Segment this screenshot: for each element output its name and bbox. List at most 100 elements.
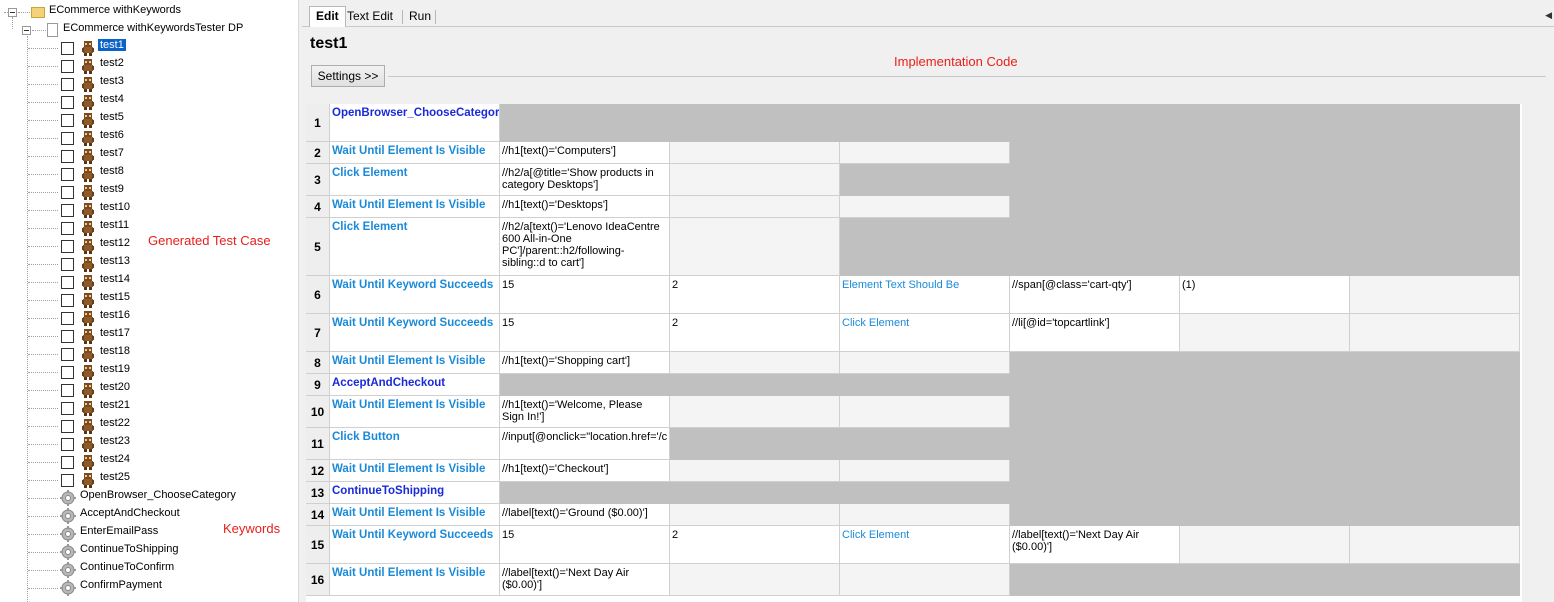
keyword-item-label[interactable]: OpenBrowser_ChooseCategory — [80, 489, 236, 501]
test-item-label[interactable]: test2 — [100, 57, 124, 69]
argument-cell[interactable] — [1010, 564, 1180, 596]
argument-cell[interactable]: //input[@onclick="location.href='/c — [500, 428, 670, 460]
settings-button[interactable]: Settings >> — [311, 65, 385, 87]
argument-cell[interactable] — [1010, 504, 1180, 526]
row-number[interactable]: 14 — [306, 504, 330, 526]
test-item-label[interactable]: test3 — [100, 75, 124, 87]
row-number[interactable]: 5 — [306, 218, 330, 276]
test-item-label[interactable]: test24 — [100, 453, 130, 465]
argument-cell[interactable] — [840, 396, 1010, 428]
argument-cell[interactable] — [670, 164, 840, 196]
test-checkbox[interactable] — [61, 150, 74, 163]
argument-cell[interactable] — [670, 352, 840, 374]
argument-cell[interactable] — [1180, 142, 1350, 164]
test-item-label[interactable]: test14 — [100, 273, 130, 285]
argument-cell[interactable]: 15 — [500, 314, 670, 352]
keyword-cell[interactable]: Click Element — [330, 218, 500, 276]
argument-cell[interactable] — [1350, 504, 1520, 526]
test-checkbox[interactable] — [61, 474, 74, 487]
tab-text-edit[interactable]: Text Edit — [341, 7, 399, 26]
test-item-label[interactable]: test19 — [100, 363, 130, 375]
suite-label[interactable]: ECommerce withKeywordsTester DP — [63, 22, 243, 34]
keyword-cell[interactable]: Wait Until Element Is Visible — [330, 142, 500, 164]
keyword-item-label[interactable]: AcceptAndCheckout — [80, 507, 180, 519]
argument-cell[interactable] — [840, 460, 1010, 482]
argument-cell[interactable]: //label[text()='Next Day Air ($0.00)'] — [500, 564, 670, 596]
test-checkbox[interactable] — [61, 258, 74, 271]
test-item-label[interactable]: test13 — [100, 255, 130, 267]
tab-scroll-left-icon[interactable]: ◀ — [1545, 10, 1552, 21]
keyword-cell[interactable]: Click Element — [330, 164, 500, 196]
collapse-root-icon[interactable] — [8, 8, 17, 17]
row-number[interactable]: 7 — [306, 314, 330, 352]
keyword-item-label[interactable]: ContinueToShipping — [80, 543, 178, 555]
argument-cell[interactable] — [1350, 374, 1520, 396]
test-item-label[interactable]: test6 — [100, 129, 124, 141]
keyword-cell[interactable]: Wait Until Element Is Visible — [330, 352, 500, 374]
test-checkbox[interactable] — [61, 348, 74, 361]
argument-cell[interactable] — [1350, 314, 1520, 352]
argument-cell[interactable] — [1350, 396, 1520, 428]
argument-cell[interactable]: Element Text Should Be — [840, 276, 1010, 314]
keyword-cell[interactable]: Wait Until Keyword Succeeds — [330, 276, 500, 314]
keyword-cell[interactable]: AcceptAndCheckout — [330, 374, 500, 396]
keyword-cell[interactable]: Wait Until Element Is Visible — [330, 564, 500, 596]
test-item-label[interactable]: test7 — [100, 147, 124, 159]
row-number[interactable]: 1 — [306, 104, 330, 142]
row-number[interactable]: 16 — [306, 564, 330, 596]
collapse-suite-icon[interactable] — [22, 26, 31, 35]
test-item-label[interactable]: test21 — [100, 399, 130, 411]
argument-cell[interactable] — [840, 142, 1010, 164]
argument-cell[interactable] — [840, 196, 1010, 218]
row-number[interactable]: 13 — [306, 482, 330, 504]
test-item-label[interactable]: test4 — [100, 93, 124, 105]
row-number[interactable]: 10 — [306, 396, 330, 428]
argument-cell[interactable] — [1010, 218, 1180, 276]
argument-cell[interactable] — [1010, 196, 1180, 218]
argument-cell[interactable] — [1180, 396, 1350, 428]
row-number[interactable]: 12 — [306, 460, 330, 482]
test-item-label[interactable]: test22 — [100, 417, 130, 429]
argument-cell[interactable]: //h1[text()='Desktops'] — [500, 196, 670, 218]
test-item-label[interactable]: test8 — [100, 165, 124, 177]
keyword-item-label[interactable]: EnterEmailPass — [80, 525, 158, 537]
argument-cell[interactable] — [1180, 104, 1350, 142]
argument-cell[interactable] — [1180, 564, 1350, 596]
test-checkbox[interactable] — [61, 204, 74, 217]
argument-cell[interactable] — [1350, 460, 1520, 482]
row-number[interactable]: 15 — [306, 526, 330, 564]
argument-cell[interactable] — [840, 104, 1010, 142]
test-item-label[interactable]: test18 — [100, 345, 130, 357]
test-checkbox[interactable] — [61, 420, 74, 433]
argument-cell[interactable] — [1180, 196, 1350, 218]
argument-cell[interactable] — [670, 428, 840, 460]
row-number[interactable]: 3 — [306, 164, 330, 196]
argument-cell[interactable] — [670, 460, 840, 482]
test-item-label[interactable]: test17 — [100, 327, 130, 339]
argument-cell[interactable]: //h1[text()='Computers'] — [500, 142, 670, 164]
argument-cell[interactable] — [670, 504, 840, 526]
argument-cell[interactable]: 2 — [670, 526, 840, 564]
argument-cell[interactable] — [1180, 164, 1350, 196]
argument-cell[interactable] — [1350, 428, 1520, 460]
argument-cell[interactable] — [840, 482, 1010, 504]
keyword-cell[interactable]: Wait Until Keyword Succeeds — [330, 314, 500, 352]
argument-cell[interactable] — [840, 428, 1010, 460]
tab-run[interactable]: Run — [403, 7, 437, 26]
argument-cell[interactable]: Click Element — [840, 526, 1010, 564]
argument-cell[interactable] — [1010, 374, 1180, 396]
argument-cell[interactable]: 2 — [670, 314, 840, 352]
keyword-cell[interactable]: Wait Until Element Is Visible — [330, 396, 500, 428]
test-item-label[interactable]: test11 — [100, 219, 129, 231]
argument-cell[interactable] — [1350, 352, 1520, 374]
argument-cell[interactable] — [1350, 276, 1520, 314]
argument-cell[interactable]: //label[text()='Next Day Air ($0.00)'] — [1010, 526, 1180, 564]
argument-cell[interactable] — [1010, 164, 1180, 196]
test-item-label[interactable]: test20 — [100, 381, 130, 393]
argument-cell[interactable]: //h1[text()='Shopping cart'] — [500, 352, 670, 374]
test-checkbox[interactable] — [61, 78, 74, 91]
argument-cell[interactable] — [1010, 460, 1180, 482]
argument-cell[interactable] — [1180, 482, 1350, 504]
keyword-cell[interactable]: Wait Until Keyword Succeeds — [330, 526, 500, 564]
test-checkbox[interactable] — [61, 312, 74, 325]
